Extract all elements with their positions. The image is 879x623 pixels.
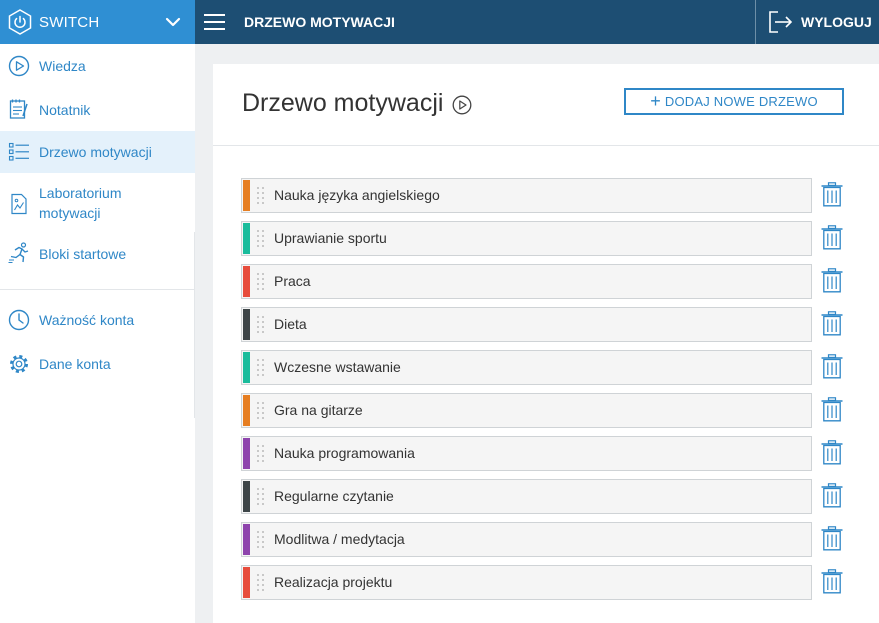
drag-handle-icon[interactable] xyxy=(257,574,264,592)
sidebar-item-label: Dane konta xyxy=(39,356,111,372)
trash-icon[interactable] xyxy=(821,440,843,465)
sidebar-separator xyxy=(0,289,195,290)
tree-label: Nauka języka angielskiego xyxy=(274,187,440,203)
tree-color-bar xyxy=(243,567,250,598)
tree-color-bar xyxy=(243,481,250,512)
card-header: Drzewo motywacji + DODAJ NOWE DRZEWO xyxy=(213,64,879,146)
tree-label: Gra na gitarze xyxy=(274,402,363,418)
gear-icon xyxy=(10,355,28,373)
sidebar-item-laboratorium-motywacji[interactable]: Laboratorium motywacji xyxy=(0,173,195,232)
image-chart-icon xyxy=(11,193,27,215)
trash-icon[interactable] xyxy=(821,397,843,422)
tree-label: Realizacja projektu xyxy=(274,574,393,590)
tree-row[interactable]: Modlitwa / medytacja xyxy=(241,522,812,557)
tree-label: Regularne czytanie xyxy=(274,488,394,504)
sidebar-item-bloki-startowe[interactable]: Bloki startowe xyxy=(0,232,195,275)
tree-row[interactable]: Realizacja projektu xyxy=(241,565,812,600)
tree-label: Praca xyxy=(274,273,311,289)
tree-row[interactable]: Nauka programowania xyxy=(241,436,812,471)
tree-row[interactable]: Nauka języka angielskiego xyxy=(241,178,812,213)
trash-icon[interactable] xyxy=(821,268,843,293)
tree-color-bar xyxy=(243,438,250,469)
sidebar-item-label: Wiedza xyxy=(39,58,86,74)
chevron-down-icon[interactable] xyxy=(165,14,181,30)
sidebar-item-label: Notatnik xyxy=(39,101,91,118)
logout-icon xyxy=(769,11,793,33)
page-title: Drzewo motywacji xyxy=(242,89,444,117)
tree-color-bar xyxy=(243,395,250,426)
sidebar-item-label: Drzewo motywacji xyxy=(39,144,152,160)
logout-button[interactable]: WYLOGUJ xyxy=(755,0,879,44)
sidebar-item-label: Laboratorium motywacji xyxy=(39,184,122,221)
trash-icon[interactable] xyxy=(821,569,843,594)
drag-handle-icon[interactable] xyxy=(257,402,264,420)
trash-icon[interactable] xyxy=(821,182,843,207)
tree-row[interactable]: Regularne czytanie xyxy=(241,479,812,514)
main-card: Drzewo motywacji + DODAJ NOWE DRZEWO Nau… xyxy=(213,64,879,623)
tree-color-bar xyxy=(243,309,250,340)
tree-row[interactable]: Uprawianie sportu xyxy=(241,221,812,256)
clock-icon xyxy=(8,309,30,331)
tree-label: Wczesne wstawanie xyxy=(274,359,401,375)
drag-handle-icon[interactable] xyxy=(257,445,264,463)
tree-color-bar xyxy=(243,223,250,254)
play-circle-icon[interactable] xyxy=(452,95,472,115)
sidebar: Wiedza Notatnik Drzewo motywacji Laborat… xyxy=(0,44,195,623)
trash-icon[interactable] xyxy=(821,354,843,379)
brand-name: SWITCH xyxy=(39,13,100,31)
tree-label: Uprawianie sportu xyxy=(274,230,387,246)
add-tree-button[interactable]: + DODAJ NOWE DRZEWO xyxy=(624,88,844,115)
header-title: DRZEWO MOTYWACJI xyxy=(244,14,395,30)
tree-color-bar xyxy=(243,352,250,383)
trash-icon[interactable] xyxy=(821,483,843,508)
drag-handle-icon[interactable] xyxy=(257,273,264,291)
tree-label: Nauka programowania xyxy=(274,445,415,461)
sidebar-item-dane-konta[interactable]: Dane konta xyxy=(0,342,195,386)
tree-row[interactable]: Praca xyxy=(241,264,812,299)
trash-icon[interactable] xyxy=(821,526,843,551)
brand-switcher[interactable]: SWITCH xyxy=(0,0,195,44)
tree-color-bar xyxy=(243,180,250,211)
add-tree-label: DODAJ NOWE DRZEWO xyxy=(664,94,818,109)
tree-label: Dieta xyxy=(274,316,307,332)
plus-icon: + xyxy=(650,90,661,111)
sidebar-item-drzewo-motywacji[interactable]: Drzewo motywacji xyxy=(0,131,195,173)
trash-icon[interactable] xyxy=(821,225,843,250)
play-circle-icon xyxy=(8,55,30,77)
logout-label: WYLOGUJ xyxy=(801,14,872,30)
notepad-icon xyxy=(9,99,28,119)
sidebar-item-label: Bloki startowe xyxy=(39,245,127,262)
tree-row[interactable]: Dieta xyxy=(241,307,812,342)
trash-icon[interactable] xyxy=(821,311,843,336)
drag-handle-icon[interactable] xyxy=(257,359,264,377)
list-icon xyxy=(8,142,29,161)
tree-color-bar xyxy=(243,524,250,555)
top-bar: SWITCH DRZEWO MOTYWACJI WYLOGUJ xyxy=(0,0,879,44)
drag-handle-icon[interactable] xyxy=(257,531,264,549)
drag-handle-icon[interactable] xyxy=(257,187,264,205)
sidebar-item-wiedza[interactable]: Wiedza xyxy=(0,44,195,88)
tree-label: Modlitwa / medytacja xyxy=(274,531,405,547)
drag-handle-icon[interactable] xyxy=(257,488,264,506)
runner-icon xyxy=(8,242,29,263)
drag-handle-icon[interactable] xyxy=(257,230,264,248)
sidebar-item-label: Ważność konta xyxy=(39,312,135,328)
tree-row[interactable]: Wczesne wstawanie xyxy=(241,350,812,385)
power-icon xyxy=(8,9,32,35)
sidebar-item-waznosc-konta[interactable]: Ważność konta xyxy=(0,298,195,342)
tree-color-bar xyxy=(243,266,250,297)
sidebar-item-notatnik[interactable]: Notatnik xyxy=(0,88,195,131)
hamburger-menu-icon[interactable] xyxy=(204,13,225,31)
tree-row[interactable]: Gra na gitarze xyxy=(241,393,812,428)
drag-handle-icon[interactable] xyxy=(257,316,264,334)
